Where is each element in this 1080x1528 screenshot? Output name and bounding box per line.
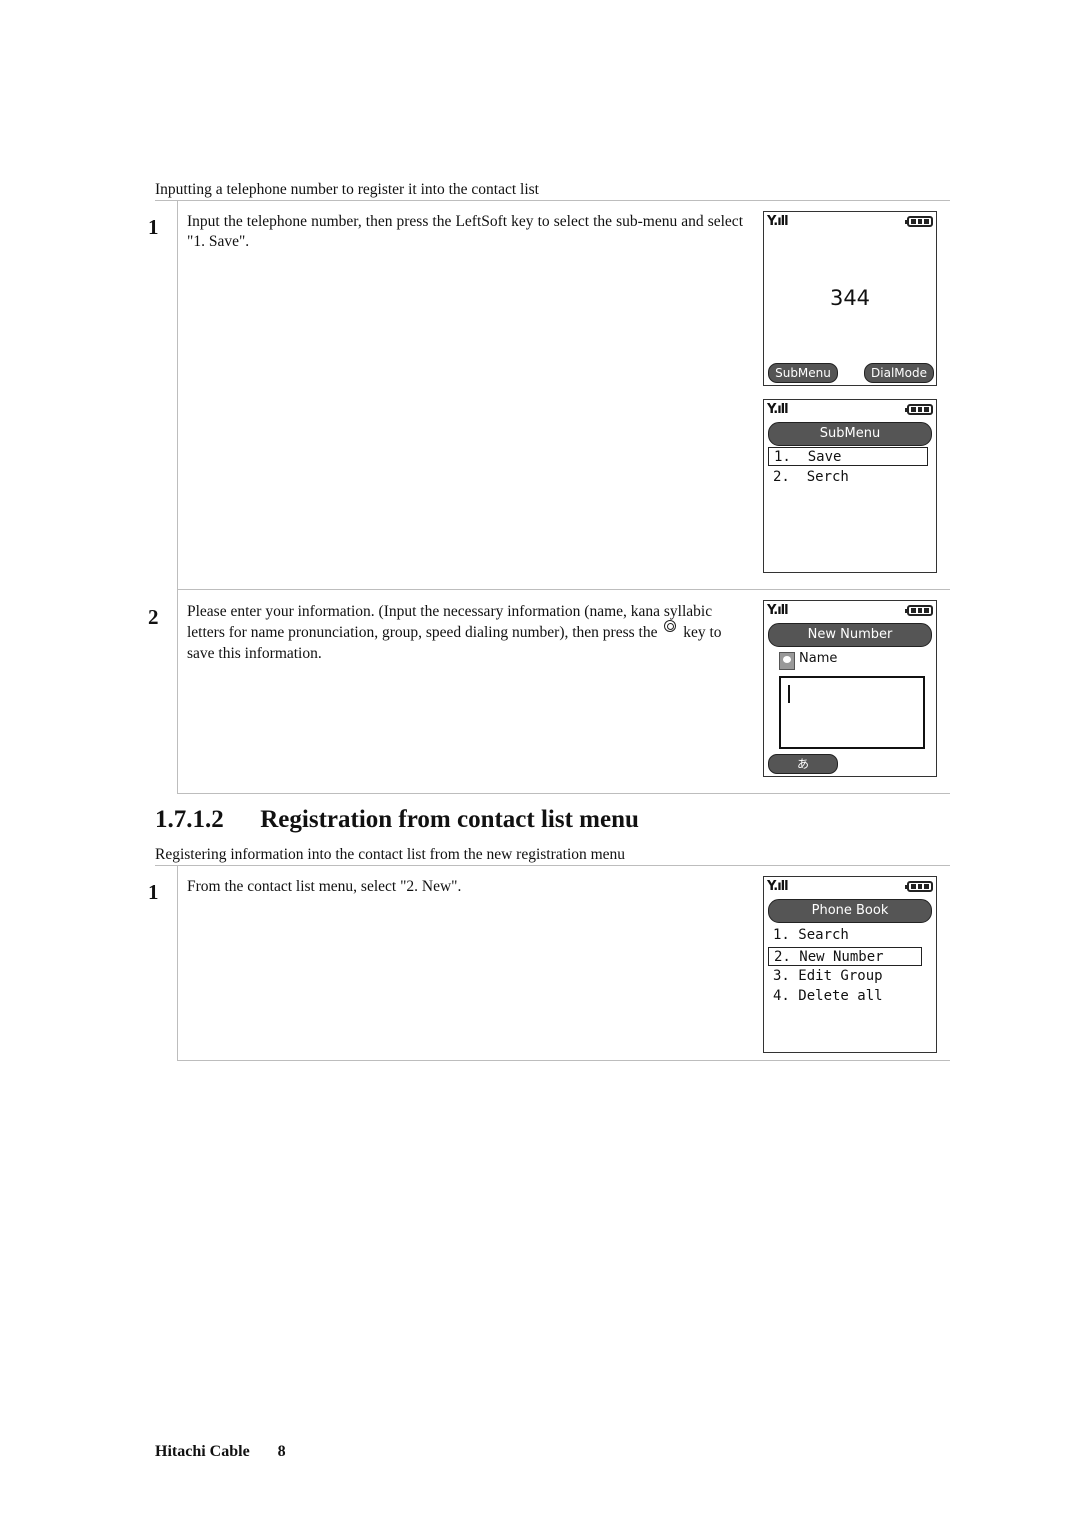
dialed-number: 344 <box>829 286 871 310</box>
status-bar: Y.ıll <box>767 879 933 895</box>
step-text: From the contact list menu, select "2. N… <box>187 878 462 895</box>
signal-antenna-icon: Y.ıll <box>767 879 789 894</box>
section-number: 1.7.1.2 <box>155 806 224 833</box>
divider <box>155 865 950 866</box>
section-caption: Inputting a telephone number to register… <box>155 181 539 198</box>
name-input[interactable] <box>779 676 925 749</box>
menu-item-new-number[interactable]: 2. New Number <box>768 947 922 966</box>
column-divider <box>177 200 178 793</box>
status-bar: Y.ıll <box>767 603 933 619</box>
phone-screen-new-number: Y.ıll New Number Name あ <box>763 600 937 777</box>
center-key-icon <box>664 620 677 632</box>
footer-company: Hitachi Cable <box>155 1443 250 1460</box>
softkey-submenu[interactable]: SubMenu <box>768 363 838 383</box>
divider <box>177 589 950 590</box>
step-number: 2 <box>148 605 159 629</box>
phone-screen-submenu: Y.ıll SubMenu 1. Save 2. Serch <box>763 399 937 573</box>
phone-screen-dial: Y.ıll 344 SubMenu DialMode <box>763 211 937 386</box>
column-divider <box>177 865 178 1060</box>
menu-item-save[interactable]: 1. Save <box>768 447 928 466</box>
screen-title: SubMenu <box>768 422 932 446</box>
battery-full-icon <box>905 605 933 616</box>
step-text: Please enter your information. (Input th… <box>187 601 743 664</box>
page-number: 8 <box>277 1443 286 1460</box>
step-number: 1 <box>148 215 159 239</box>
phone-screen-phone-book: Y.ıll Phone Book 1. Search 2. New Number… <box>763 876 937 1053</box>
signal-antenna-icon: Y.ıll <box>767 402 789 417</box>
section-heading: 1.7.1.2 Registration from contact list m… <box>155 806 639 834</box>
menu-item-delete-all[interactable]: 4. Delete all <box>768 987 922 1006</box>
battery-full-icon <box>905 216 933 227</box>
status-bar: Y.ıll <box>767 402 933 418</box>
footer: Hitachi Cable 8 <box>155 1443 286 1461</box>
screen-title: Phone Book <box>768 899 932 923</box>
signal-antenna-icon: Y.ıll <box>767 603 789 618</box>
menu-item-edit-group[interactable]: 3. Edit Group <box>768 967 922 986</box>
divider <box>155 200 950 201</box>
person-icon <box>779 652 795 670</box>
softkey-input-mode[interactable]: あ <box>768 754 838 774</box>
section-caption: Registering information into the contact… <box>155 846 626 863</box>
battery-full-icon <box>905 881 933 892</box>
step-number: 1 <box>148 880 159 904</box>
section-title: Registration from contact list menu <box>260 806 639 833</box>
signal-antenna-icon: Y.ıll <box>767 214 789 229</box>
divider <box>177 1060 950 1061</box>
field-label: Name <box>799 651 838 666</box>
step-text: Input the telephone number, then press t… <box>187 213 743 250</box>
step-text-part: Please enter your information. (Input th… <box>187 603 713 641</box>
menu-item-search[interactable]: 2. Serch <box>768 468 928 487</box>
divider <box>177 793 950 794</box>
menu-item-search[interactable]: 1. Search <box>768 926 922 945</box>
battery-full-icon <box>905 404 933 415</box>
status-bar: Y.ıll <box>767 214 933 230</box>
screen-title: New Number <box>768 623 932 647</box>
text-cursor <box>788 685 790 703</box>
softkey-dialmode[interactable]: DialMode <box>864 363 934 383</box>
